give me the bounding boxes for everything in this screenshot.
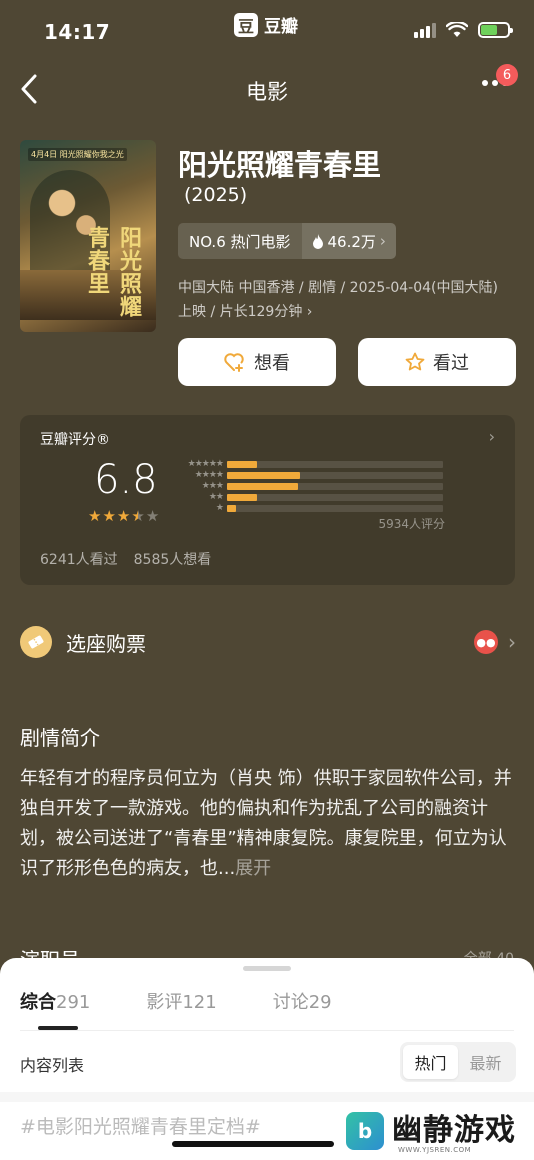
- wish-count: 8585人想看: [133, 552, 212, 568]
- tab-count: 29: [308, 992, 332, 1013]
- star-icon: ★: [102, 507, 116, 525]
- rating-count: 5934人评分: [378, 517, 445, 531]
- wifi-icon: [446, 22, 468, 37]
- star-level-icon: ★★: [208, 492, 224, 502]
- battery-icon: [478, 22, 513, 38]
- star-icon: ★: [88, 507, 102, 525]
- cellular-signal-icon: [414, 22, 436, 38]
- tab-discussions[interactable]: 讨论29: [273, 988, 332, 1014]
- page-title: 电影: [246, 80, 288, 104]
- chevron-right-icon: ›: [508, 630, 516, 654]
- rating-label: 豆瓣评分®: [40, 432, 110, 448]
- watermark-logo-icon: b: [346, 1112, 384, 1150]
- synopsis-title: 剧情简介: [20, 726, 100, 750]
- tab-label: 综合: [20, 992, 56, 1013]
- star-icon: ★: [145, 507, 160, 525]
- tab-overview[interactable]: 综合291: [20, 988, 90, 1014]
- rating-bar: [227, 505, 236, 512]
- buy-ticket-row[interactable]: 选座购票: [20, 626, 146, 658]
- rating-bar-row: ★★★: [175, 481, 443, 492]
- rating-stars: ★ ★ ★ ★ ★: [88, 507, 159, 525]
- rank-label: NO.6 热门电影: [189, 232, 291, 251]
- notification-badge: 6: [496, 64, 518, 86]
- topic-tag[interactable]: #电影阳光照耀青春里定档#: [20, 1112, 261, 1139]
- heart-plus-icon: [224, 353, 244, 372]
- heat-indicator: 46.2万 ›: [301, 223, 396, 259]
- chevron-right-icon: ›: [488, 427, 495, 446]
- home-indicator: [172, 1141, 334, 1147]
- flame-icon: [312, 233, 323, 249]
- tab-label: 讨论: [272, 992, 309, 1013]
- rating-bar-row: ★★★★: [175, 470, 443, 481]
- star-level-icon: ★★★★: [194, 470, 224, 480]
- expand-link[interactable]: 展开: [235, 858, 271, 879]
- movie-poster[interactable]: 4月4日 阳光照耀你我之光 阳光照耀青春里: [20, 140, 156, 332]
- rating-bar: [227, 472, 301, 479]
- rating-bar-row: ★: [175, 503, 443, 514]
- tab-reviews[interactable]: 影评121: [146, 988, 216, 1014]
- content-list-label: 内容列表: [20, 1056, 85, 1075]
- sort-hot[interactable]: 热门: [403, 1045, 458, 1079]
- poster-title: 阳光照耀青春里: [84, 226, 141, 318]
- sheet-handle[interactable]: [243, 966, 291, 971]
- watermark-name: 幽静游戏: [392, 1113, 516, 1148]
- star-outline-icon: [405, 352, 425, 371]
- seen-label: 看过: [433, 353, 469, 374]
- tab-label: 影评: [146, 992, 183, 1013]
- rating-bar-row: ★★: [175, 492, 443, 503]
- buy-ticket-label: 选座购票: [66, 631, 146, 656]
- movie-year: (2025): [184, 184, 248, 206]
- rank-badge[interactable]: NO.6 热门电影 46.2万 ›: [178, 223, 396, 259]
- seen-count: 6241人看过: [40, 552, 118, 568]
- divider: [20, 1030, 514, 1031]
- rating-bar-row: ★★★★★: [175, 459, 443, 470]
- status-icons: [414, 22, 513, 38]
- douban-logo-icon: 豆: [234, 12, 258, 37]
- chevron-right-icon: ›: [306, 304, 313, 320]
- heat-value: 46.2万: [327, 232, 376, 251]
- movie-title: 阳光照耀青春里: [178, 148, 382, 182]
- sort-toggle: 热门 最新: [400, 1042, 516, 1082]
- ticket-icon: [20, 626, 52, 658]
- want-label: 想看: [254, 353, 290, 374]
- star-icon: ★: [131, 507, 145, 525]
- watermark-url: WWW.YJSREN.COM: [398, 1146, 472, 1154]
- brand-name: 豆瓣: [264, 17, 298, 37]
- sheet-tabs: 综合291 影评121 讨论29: [20, 988, 332, 1014]
- rating-card[interactable]: 豆瓣评分® › 6.8 ★ ★ ★ ★ ★ ★★★★★ ★★★★ ★★★ ★★ ★ 5934人评…: [20, 415, 515, 585]
- status-time: 14:17: [44, 20, 111, 44]
- app-brand: 豆 豆瓣: [234, 12, 298, 37]
- tab-count: 121: [182, 992, 217, 1013]
- tab-count: 291: [56, 992, 91, 1013]
- divider: [0, 1092, 534, 1102]
- watched-button[interactable]: 看过: [358, 338, 516, 386]
- rating-bar: [227, 483, 299, 490]
- movie-meta-text: 中国大陆 中国香港 / 剧情 / 2025-04-04(中国大陆) 上映 / 片…: [178, 280, 498, 320]
- movie-meta[interactable]: 中国大陆 中国香港 / 剧情 / 2025-04-04(中国大陆) 上映 / 片…: [178, 276, 508, 324]
- want-to-watch-button[interactable]: 想看: [178, 338, 336, 386]
- star-level-icon: ★★★: [201, 481, 224, 491]
- chevron-right-icon: ›: [379, 232, 386, 250]
- star-icon: ★: [116, 507, 131, 525]
- rating-bar: [227, 461, 258, 468]
- star-level-icon: ★: [215, 503, 224, 513]
- watermark: b 幽静游戏 WWW.YJSREN.COM: [346, 1112, 516, 1154]
- cat-eye-logo-icon: ●●: [474, 630, 498, 654]
- rating-footer: 6241人看过 8585人想看: [40, 549, 211, 569]
- rating-bar: [227, 494, 258, 501]
- star-level-icon: ★★★★★: [187, 459, 224, 469]
- rating-distribution: ★★★★★ ★★★★ ★★★ ★★ ★: [175, 459, 443, 514]
- poster-tagline: 4月4日 阳光照耀你我之光: [28, 148, 127, 161]
- sort-latest[interactable]: 最新: [458, 1045, 513, 1079]
- rating-score: 6.8: [94, 457, 158, 503]
- synopsis-text: 年轻有才的程序员何立为（肖央 饰）供职于家园软件公司，并独自开发了一款游戏。他的…: [20, 764, 516, 884]
- ticket-provider[interactable]: ●● ›: [474, 630, 516, 654]
